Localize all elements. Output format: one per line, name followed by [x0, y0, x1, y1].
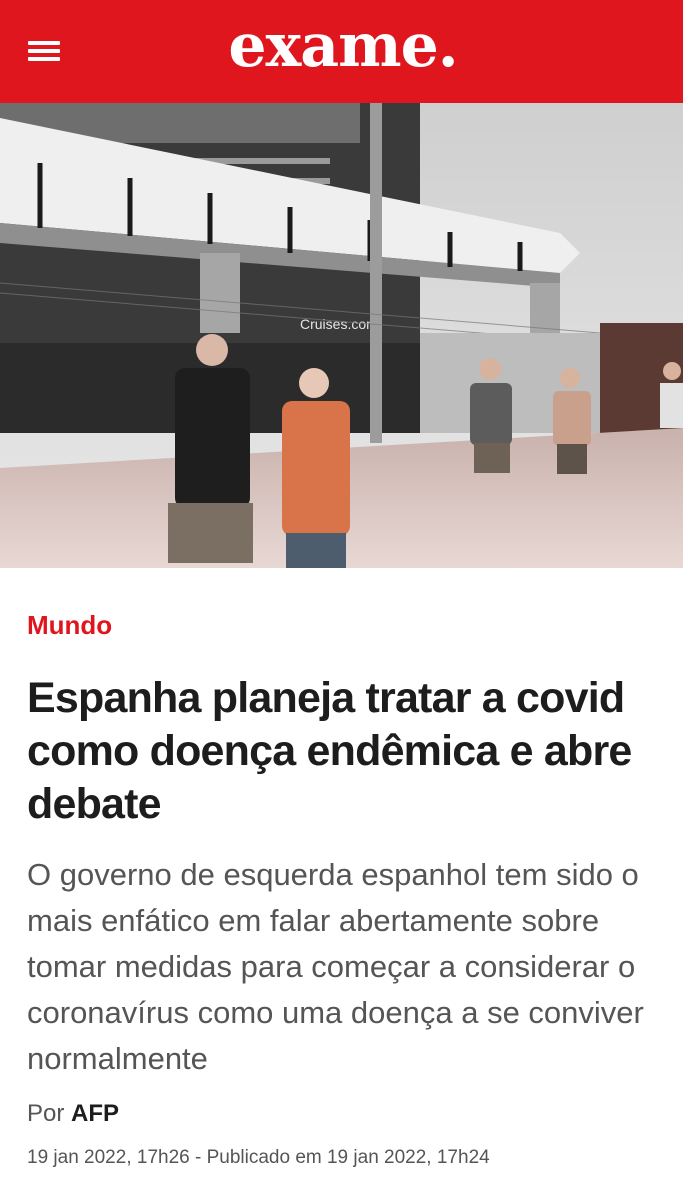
- byline-prefix: Por: [27, 1100, 65, 1127]
- publish-dates: 19 jan 2022, 17h26 - Publicado em 19 jan…: [27, 1147, 490, 1168]
- menu-line: [28, 49, 60, 53]
- author-link[interactable]: AFP: [71, 1100, 119, 1127]
- top-bar: exame.: [0, 0, 683, 103]
- article-title: Espanha planeja tratar a covid como doen…: [27, 674, 632, 828]
- hamburger-menu-icon[interactable]: [28, 39, 62, 63]
- byline: Por AFP: [27, 1100, 119, 1128]
- article-lead: O governo de esquerda espanhol tem sido …: [27, 857, 644, 1076]
- menu-line: [28, 57, 60, 61]
- category-link[interactable]: Mundo: [27, 610, 112, 641]
- menu-line: [28, 41, 60, 45]
- article-hero-image: Cruises.com: [0, 103, 683, 568]
- site-logo[interactable]: exame.: [218, 8, 468, 84]
